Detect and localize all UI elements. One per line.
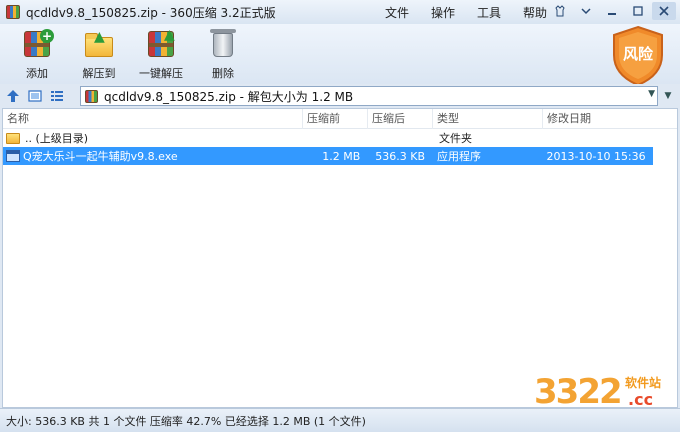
view-thumbnail-icon[interactable] (26, 87, 44, 105)
delete-button[interactable]: 删除 (192, 24, 254, 82)
extract-folder-icon: ▲ (82, 29, 116, 59)
trash-icon (206, 29, 240, 59)
address-text: qcdldv9.8_150825.zip - 解包大小为 1.2 MB (104, 89, 354, 104)
address-field[interactable]: qcdldv9.8_150825.zip - 解包大小为 1.2 MB ▼ (80, 86, 658, 106)
status-bar: 大小: 536.3 KB 共 1 个文件 压缩率 42.7% 已经选择 1.2 … (0, 408, 680, 432)
column-original-size[interactable]: 压缩前 (303, 109, 368, 129)
add-button[interactable]: + 添加 (6, 24, 68, 82)
skin-icon[interactable] (548, 2, 572, 20)
app-icon (6, 5, 20, 19)
file-list: 名称 压缩前 压缩后 类型 修改日期 .. (上级目录) 文件夹 Q宠大乐斗一起… (2, 108, 678, 408)
packed-size-cell: 536.3 KB (375, 149, 426, 163)
address-dropdown-icon[interactable]: ▼ (648, 89, 655, 99)
menu-icon[interactable] (574, 2, 598, 20)
column-type[interactable]: 类型 (433, 109, 543, 129)
delete-label: 删除 (212, 67, 234, 80)
type-cell: 文件夹 (439, 132, 472, 145)
exe-file-icon (6, 150, 20, 162)
menu-file[interactable]: 文件 (381, 4, 427, 21)
column-name[interactable]: 名称 (3, 109, 303, 129)
add-label: 添加 (26, 67, 48, 80)
menu-tools[interactable]: 工具 (473, 4, 519, 21)
risk-label: 风险 (622, 45, 653, 63)
one-click-extract-icon: ▲ (144, 27, 178, 59)
column-packed-size[interactable]: 压缩后 (368, 109, 433, 129)
title-bar: qcdldv9.8_150825.zip - 360压缩 3.2正式版 文件 操… (0, 0, 680, 24)
up-arrow-icon[interactable] (4, 87, 22, 105)
name-cell: .. (上级目录) (3, 130, 303, 146)
address-row: qcdldv9.8_150825.zip - 解包大小为 1.2 MB ▼ (0, 84, 680, 108)
view-list-icon[interactable] (48, 87, 66, 105)
one-click-extract-button[interactable]: ▲ 一键解压 (130, 24, 192, 82)
extract-to-label: 解压到 (82, 67, 116, 80)
list-item-selected[interactable]: Q宠大乐斗一起牛辅助v9.8.exe 1.2 MB 536.3 KB 应用程序 … (3, 147, 653, 165)
menu-action[interactable]: 操作 (427, 4, 473, 21)
add-archive-icon: + (20, 29, 54, 59)
column-modified[interactable]: 修改日期 (543, 109, 676, 129)
toolbar: + 添加 ▲ 解压到 ▲ 一键解压 删除 (0, 24, 680, 84)
extract-to-button[interactable]: ▲ 解压到 (68, 24, 130, 82)
list-item-parent-dir[interactable]: .. (上级目录) 文件夹 (3, 129, 677, 147)
original-size-cell: 1.2 MB (322, 149, 361, 163)
archive-icon (85, 89, 98, 103)
window-title: qcdldv9.8_150825.zip - 360压缩 3.2正式版 (26, 5, 276, 20)
file-name: Q宠大乐斗一起牛辅助v9.8.exe (23, 150, 178, 163)
column-headers: 名称 压缩前 压缩后 类型 修改日期 (3, 109, 677, 129)
risk-badge[interactable]: 风险 (610, 25, 666, 87)
folder-icon (6, 132, 20, 144)
modified-cell: 2013-10-10 15:36 (546, 149, 646, 163)
one-click-extract-label: 一键解压 (139, 67, 183, 80)
name-cell: Q宠大乐斗一起牛辅助v9.8.exe (3, 148, 302, 164)
menu-bar: 文件 操作 工具 帮助 (381, 4, 565, 21)
file-name: .. (上级目录) (25, 132, 89, 145)
chevron-down-icon[interactable]: ▼ (660, 88, 676, 104)
minimize-icon[interactable] (600, 2, 624, 20)
close-icon[interactable] (652, 2, 676, 20)
window-controls (548, 2, 676, 20)
type-cell: 应用程序 (437, 150, 482, 163)
status-text: 大小: 536.3 KB 共 1 个文件 压缩率 42.7% 已经选择 1.2 … (6, 414, 366, 428)
maximize-icon[interactable] (626, 2, 650, 20)
